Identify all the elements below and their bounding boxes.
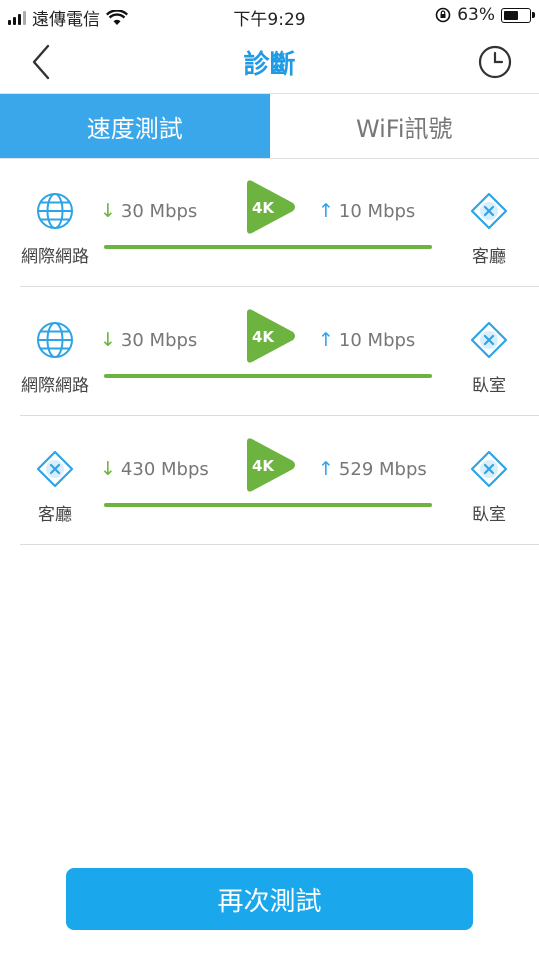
upload-value: 10 Mbps (338, 330, 416, 351)
quality-label: 4K (252, 328, 275, 346)
connection-line (104, 374, 432, 378)
target-node: 客廳 (454, 190, 524, 267)
router-icon (470, 450, 508, 488)
nav-bar: 診斷 (0, 32, 539, 92)
download-speed: ↓ 30 Mbps (100, 200, 197, 222)
download-arrow-icon: ↓ (100, 458, 116, 480)
page-title: 診斷 (243, 50, 296, 80)
tab-speed-test[interactable]: 速度測試 (0, 94, 270, 158)
download-speed: ↓ 430 Mbps (100, 458, 209, 480)
tab-bar: 速度測試 WiFi訊號 (0, 93, 539, 159)
speed-result-row: 客廳 ↓ 430 Mbps 4K ↑ 529 Mbps 臥室 (20, 416, 539, 545)
quality-label: 4K (252, 199, 275, 217)
orientation-lock-icon (435, 7, 451, 23)
status-bar: 遠傳電信 下午9:29 63% (0, 0, 539, 32)
globe-icon (37, 193, 73, 229)
battery-percent: 63% (457, 5, 495, 25)
download-arrow-icon: ↓ (100, 200, 116, 222)
upload-value: 529 Mbps (338, 459, 427, 480)
speed-result-row: 網際網路 ↓ 30 Mbps 4K ↑ 10 Mbps 客廳 (20, 158, 539, 287)
upload-value: 10 Mbps (338, 201, 416, 222)
quality-4k-badge-icon: 4K (247, 309, 295, 363)
retest-button[interactable]: 再次測試 (66, 868, 473, 930)
tab-wifi-signal[interactable]: WiFi訊號 (270, 94, 539, 158)
source-node: 客廳 (20, 448, 90, 525)
battery-fill (504, 10, 518, 20)
upload-speed: ↑ 529 Mbps (318, 458, 427, 480)
upload-arrow-icon: ↑ (318, 458, 334, 480)
router-icon (470, 321, 508, 359)
upload-speed: ↑ 10 Mbps (318, 200, 415, 222)
source-label: 網際網路 (21, 247, 89, 267)
target-label: 客廳 (472, 247, 506, 267)
quality-4k-badge-icon: 4K (247, 438, 295, 492)
router-icon (36, 450, 74, 488)
status-right: 63% (435, 5, 535, 25)
quality-4k-badge-icon: 4K (247, 180, 295, 234)
upload-speed: ↑ 10 Mbps (318, 329, 415, 351)
download-value: 30 Mbps (120, 330, 198, 351)
connection-line (104, 503, 432, 507)
history-clock-icon[interactable] (477, 44, 513, 80)
router-icon (470, 192, 508, 230)
target-node: 臥室 (454, 319, 524, 396)
connection-line (104, 245, 432, 249)
target-label: 臥室 (472, 376, 506, 396)
source-node: 網際網路 (20, 319, 90, 396)
upload-arrow-icon: ↑ (318, 200, 334, 222)
upload-arrow-icon: ↑ (318, 329, 334, 351)
source-label: 網際網路 (21, 376, 89, 396)
download-speed: ↓ 30 Mbps (100, 329, 197, 351)
battery-icon (501, 7, 535, 23)
download-value: 30 Mbps (120, 201, 198, 222)
quality-label: 4K (252, 457, 275, 475)
source-label: 客廳 (38, 505, 72, 525)
source-node: 網際網路 (20, 190, 90, 267)
speed-result-row: 網際網路 ↓ 30 Mbps 4K ↑ 10 Mbps 臥室 (20, 287, 539, 416)
download-value: 430 Mbps (120, 459, 209, 480)
globe-icon (37, 322, 73, 358)
download-arrow-icon: ↓ (100, 329, 116, 351)
target-label: 臥室 (472, 505, 506, 525)
target-node: 臥室 (454, 448, 524, 525)
